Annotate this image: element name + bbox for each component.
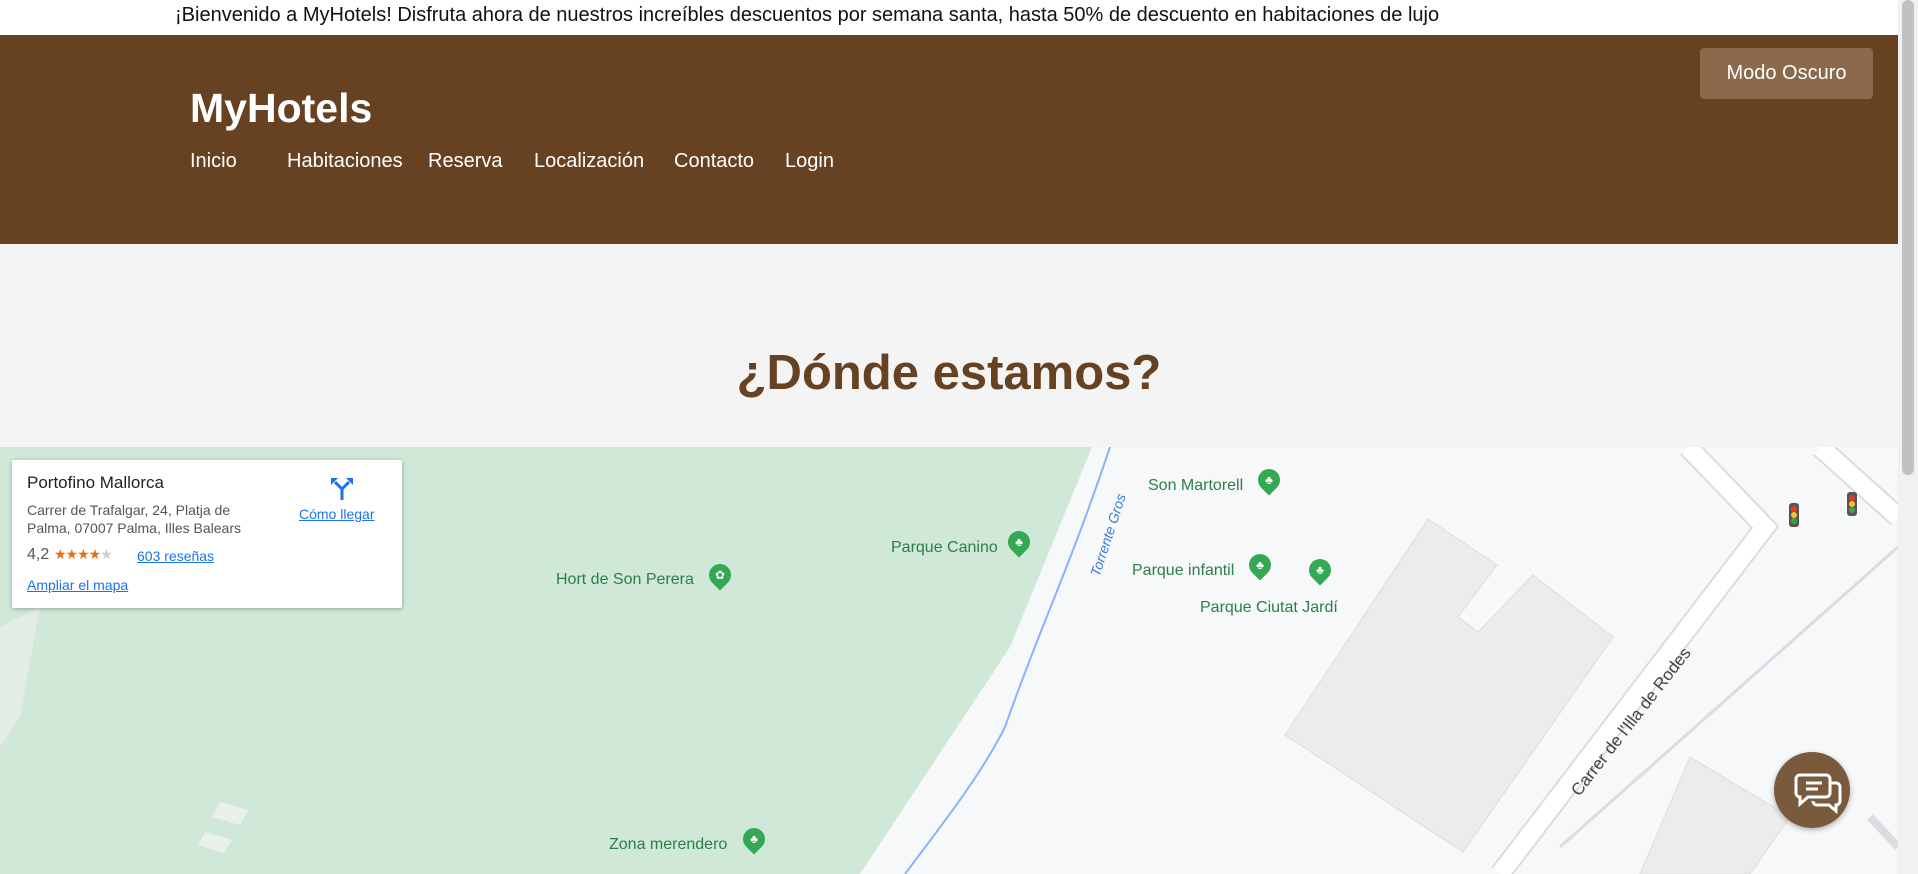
nav-habitaciones[interactable]: Habitaciones (287, 150, 403, 173)
expand-map-link[interactable]: Ampliar el mapa (27, 577, 128, 593)
poi-label[interactable]: Parque infantil (1132, 562, 1234, 580)
rating-stars-icon: ★★★★★ (54, 546, 113, 563)
traffic-light-icon (1789, 503, 1799, 527)
announcement-bar: ¡Bienvenido a MyHotels! Disfruta ahora d… (0, 0, 1898, 35)
building (1639, 756, 1791, 874)
poi-label[interactable]: Zona merendero (609, 836, 727, 854)
page-scrollbar[interactable] (1898, 0, 1918, 874)
place-rating: 4,2 (27, 546, 50, 563)
scrollbar-thumb[interactable] (1902, 0, 1914, 475)
stars-filled: ★★★★ (54, 546, 101, 562)
traffic-light-icon (1847, 492, 1857, 516)
directions-icon[interactable] (328, 474, 356, 502)
nav-contacto[interactable]: Contacto (674, 150, 754, 173)
nav-localizacion[interactable]: Localización (534, 150, 644, 173)
brand-logo[interactable]: MyHotels (190, 85, 372, 132)
road (1813, 447, 1898, 524)
chat-icon (1794, 773, 1842, 815)
dark-mode-button[interactable]: Modo Oscuro (1700, 48, 1873, 99)
site-header: MyHotels Inicio Habitaciones Reserva Loc… (0, 35, 1898, 244)
poi-label[interactable]: Hort de Son Perera (556, 571, 694, 589)
place-info-card: Portofino Mallorca Carrer de Trafalgar, … (12, 460, 402, 608)
place-address: Carrer de Trafalgar, 24, Platja de Palma… (27, 502, 241, 536)
chat-button[interactable] (1774, 752, 1850, 828)
nav-inicio[interactable]: Inicio (190, 150, 237, 173)
reviews-link[interactable]: 603 reseñas (137, 548, 214, 564)
road (1867, 814, 1898, 850)
place-name: Portofino Mallorca (27, 473, 165, 492)
nav-login[interactable]: Login (785, 150, 834, 173)
poi-label[interactable]: Parque Ciutat Jardí (1200, 599, 1338, 617)
poi-label[interactable]: Son Martorell (1148, 477, 1243, 495)
poi-label[interactable]: Parque Canino (891, 539, 998, 557)
nav-reserva[interactable]: Reserva (428, 150, 502, 173)
directions-link[interactable]: Cómo llegar (299, 506, 374, 522)
section-title: ¿Dónde estamos? (736, 346, 1162, 400)
star-empty-icon: ★ (100, 546, 113, 562)
